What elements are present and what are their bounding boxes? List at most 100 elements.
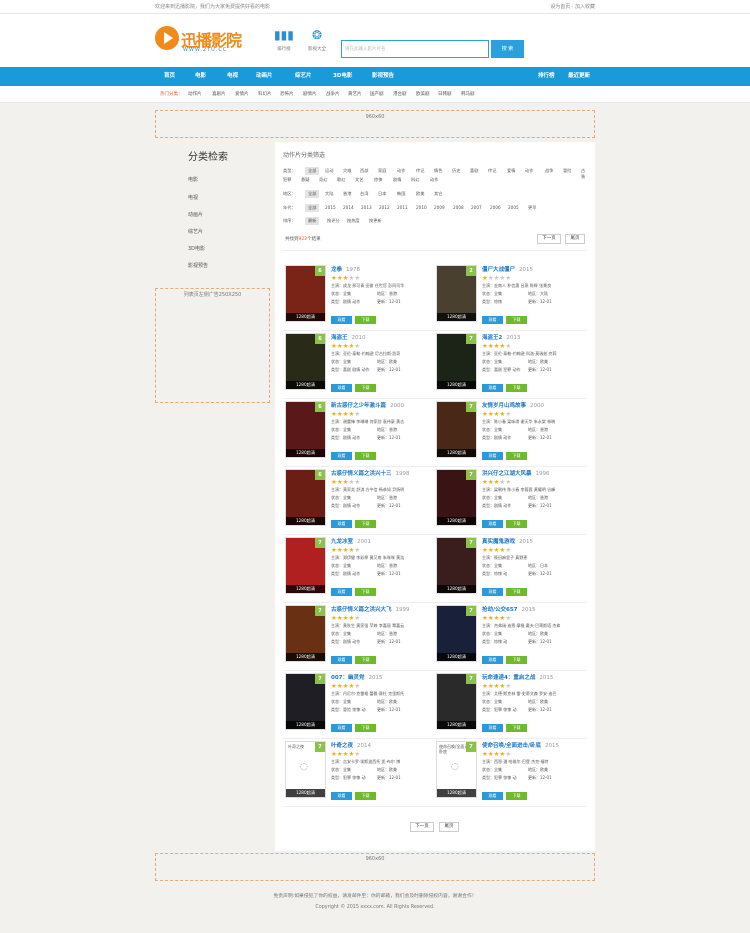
filter-option[interactable]: 2006 — [490, 205, 501, 210]
filter-option[interactable]: 2012 — [379, 205, 390, 210]
movie-card[interactable]: 6 1280超清 海盗王 2010 ★★★★★ 主演：亚伦·泰勒-约翰逊 尼古拉斯·凯奇状… — [285, 333, 435, 395]
filter-option[interactable]: 按更新 — [369, 218, 382, 224]
filter-option[interactable]: 2013 — [361, 205, 372, 210]
nav-item[interactable]: 影视预告 — [372, 67, 394, 86]
movie-title-text[interactable]: 洪兴仔之江湖大风暴 — [482, 471, 532, 477]
movie-poster[interactable]: 7 1280超清 — [285, 673, 326, 730]
filter-option[interactable]: 全部 — [305, 167, 320, 175]
movie-title[interactable]: 古惑仔情义篇之洪兴大飞 1999 — [331, 605, 410, 613]
download-button[interactable]: 下载 — [355, 724, 376, 732]
download-button[interactable]: 下载 — [355, 452, 376, 460]
movie-poster[interactable]: 6 1280超清 — [285, 333, 326, 390]
nav-item[interactable]: 3D电影 — [333, 67, 352, 86]
movie-poster[interactable]: 6 1280超清 — [285, 265, 326, 322]
filter-option[interactable]: 剧情 — [393, 177, 401, 183]
movie-title[interactable]: 叶奇之夜 2014 — [331, 741, 371, 749]
download-button[interactable]: 下载 — [506, 656, 527, 664]
ad-side[interactable]: 列表页左侧广告250X250 — [155, 288, 270, 403]
movie-title[interactable]: 新古惑仔之少年激斗篇 2000 — [331, 401, 404, 409]
filter-option[interactable]: 科幻 — [411, 177, 419, 183]
movie-card[interactable]: 7 1280超清 007：幽灵党 2015 ★★★★★ 主演：丹尼尔·克雷格 蕾雅·赛杜 … — [285, 673, 435, 735]
movie-title-text[interactable]: 友情岁月山鸡故事 — [482, 403, 526, 409]
filter-option[interactable]: 最新 — [305, 217, 320, 225]
category-link[interactable]: 日韩剧 — [438, 91, 452, 97]
watch-button[interactable]: 观看 — [331, 656, 352, 664]
download-button[interactable]: 下载 — [355, 520, 376, 528]
movie-poster[interactable]: 7 1280超清 — [436, 469, 477, 526]
nav-item-ranking[interactable]: 排行榜 — [538, 67, 555, 86]
filter-option[interactable]: 传记 — [488, 168, 496, 174]
search-button[interactable]: 搜 索 — [491, 40, 524, 58]
filter-option[interactable]: 2011 — [397, 205, 408, 210]
ranking-link[interactable]: ▮▮▮ 排行榜 — [274, 28, 294, 52]
filter-option[interactable]: 按评分 — [327, 218, 340, 224]
watch-button[interactable]: 观看 — [331, 316, 352, 324]
filter-option[interactable]: 2014 — [343, 205, 354, 210]
download-button[interactable]: 下载 — [506, 316, 527, 324]
filter-option[interactable]: 歌幻 — [337, 177, 345, 183]
movie-poster[interactable]: 6 1280超清 — [285, 401, 326, 458]
download-button[interactable]: 下载 — [355, 384, 376, 392]
movie-card[interactable]: 7 1280超清 友情岁月山鸡故事 2000 ★★★★★ 主演：陈小春 梁咏琪 谢天华 朱… — [436, 401, 586, 463]
movie-title-text[interactable]: 007：幽灵党 — [331, 675, 364, 681]
filter-option[interactable]: 更早 — [528, 205, 536, 211]
nav-item[interactable]: 首页 — [164, 67, 175, 86]
movie-card[interactable]: 6 1280超清 新古惑仔之少年激斗篇 2000 ★★★★★ 主演：谢霆锋 李琳琳 何家劲… — [285, 401, 435, 463]
last-page-button-top[interactable]: 尾页 — [565, 234, 585, 244]
filter-option[interactable]: 2009 — [434, 205, 445, 210]
filter-option[interactable]: 奇幻 — [319, 177, 327, 183]
sidebar-link[interactable]: 影视预告 — [188, 262, 208, 269]
movie-title-text[interactable]: 龙拳 — [331, 267, 342, 273]
movie-poster[interactable]: 7 1280超清 — [436, 401, 477, 458]
sidebar-link[interactable]: 电影 — [188, 176, 198, 183]
watch-button[interactable]: 观看 — [331, 588, 352, 596]
watch-button[interactable]: 观看 — [482, 520, 503, 528]
watch-button[interactable]: 观看 — [482, 384, 503, 392]
filter-option[interactable]: 动作 — [525, 168, 533, 174]
movie-title[interactable]: 抢劫/公交657 2015 — [482, 605, 536, 613]
filter-option[interactable]: 2005 — [508, 205, 519, 210]
movie-title-text[interactable]: 叶奇之夜 — [331, 743, 353, 749]
movie-card[interactable]: 7 1280超清 古惑仔情义篇之洪兴大飞 1999 ★★★★★ 主演：黄秋生 黄家强 苹婷… — [285, 605, 435, 667]
filter-option[interactable]: 2015 — [325, 205, 336, 210]
next-page-button[interactable]: 下一页 — [410, 822, 434, 832]
catalog-link[interactable]: ❂ 影视大全 — [308, 28, 326, 52]
category-link[interactable]: 港台剧 — [393, 91, 407, 97]
movie-title[interactable]: 玩命速递4：重启之战 2015 — [482, 673, 553, 681]
movie-poster[interactable]: 7 1280超清 — [436, 605, 477, 662]
filter-option[interactable]: 欧美 — [416, 191, 424, 197]
filter-option[interactable]: 日本 — [378, 191, 386, 197]
movie-title-text[interactable]: 海盗王 — [331, 335, 348, 341]
movie-title-text[interactable]: 古惑仔情义篇之洪兴十三 — [331, 471, 392, 477]
movie-poster[interactable]: 7 1280超清 — [436, 537, 477, 594]
category-link[interactable]: 国产剧 — [370, 91, 384, 97]
movie-title[interactable]: 九龙冰室 2001 — [331, 537, 371, 545]
movie-card[interactable]: 叶奇之夜 ◌ 7 1280超清 叶奇之夜 2014 ★★★★★ 主演：吉安卡罗·埃斯波西托 凯… — [285, 741, 435, 803]
movie-poster[interactable]: 7 1280超清 — [436, 333, 477, 390]
movie-poster[interactable]: 叶奇之夜 ◌ 7 1280超清 — [285, 741, 326, 798]
filter-option[interactable]: 悬疑 — [301, 177, 309, 183]
movie-title[interactable]: 龙拳 1978 — [331, 265, 360, 273]
download-button[interactable]: 下载 — [355, 316, 376, 324]
movie-card[interactable]: 7 1280超清 洪兴仔之江湖大风暴 1996 ★★★★★ 主演：梁朝伟 陈小春 李蓉蓉 … — [436, 469, 586, 531]
category-link[interactable]: 剧情片 — [303, 91, 317, 97]
filter-option[interactable]: 动作 — [397, 168, 405, 174]
movie-card[interactable]: 7 1280超清 真实魔鬼游戏 2015 ★★★★★ 主演：筱田麻里子 真野恵 状态：全集 地… — [436, 537, 586, 599]
download-button[interactable]: 下载 — [506, 452, 527, 460]
watch-button[interactable]: 观看 — [331, 792, 352, 800]
download-button[interactable]: 下载 — [506, 724, 527, 732]
filter-option[interactable]: 按热度 — [347, 218, 360, 224]
movie-title[interactable]: 真实魔鬼游戏 2015 — [482, 537, 533, 545]
filter-option[interactable]: 灾难 — [343, 168, 351, 174]
filter-option[interactable]: 台湾 — [360, 191, 368, 197]
watch-button[interactable]: 观看 — [331, 520, 352, 528]
movie-card[interactable]: 7 1280超清 抢劫/公交657 2015 ★★★★★ 主演：杰弗瑞·迪恩·摩根 戴夫·… — [436, 605, 586, 667]
nav-item[interactable]: 动画片 — [256, 67, 273, 86]
movie-title[interactable]: 洪兴仔之江湖大风暴 1996 — [482, 469, 550, 477]
download-button[interactable]: 下载 — [506, 588, 527, 596]
movie-card[interactable]: 7 1280超清 玩命速递4：重启之战 2015 ★★★★★ 主演：艾德·斯克林 雷·史蒂… — [436, 673, 586, 735]
sidebar-link[interactable]: 综艺片 — [188, 228, 203, 235]
filter-option[interactable]: 喜剧 — [470, 168, 478, 174]
filter-option[interactable]: 冒险 — [563, 168, 571, 174]
movie-title[interactable]: 僵尸大战僵尸 2015 — [482, 265, 533, 273]
